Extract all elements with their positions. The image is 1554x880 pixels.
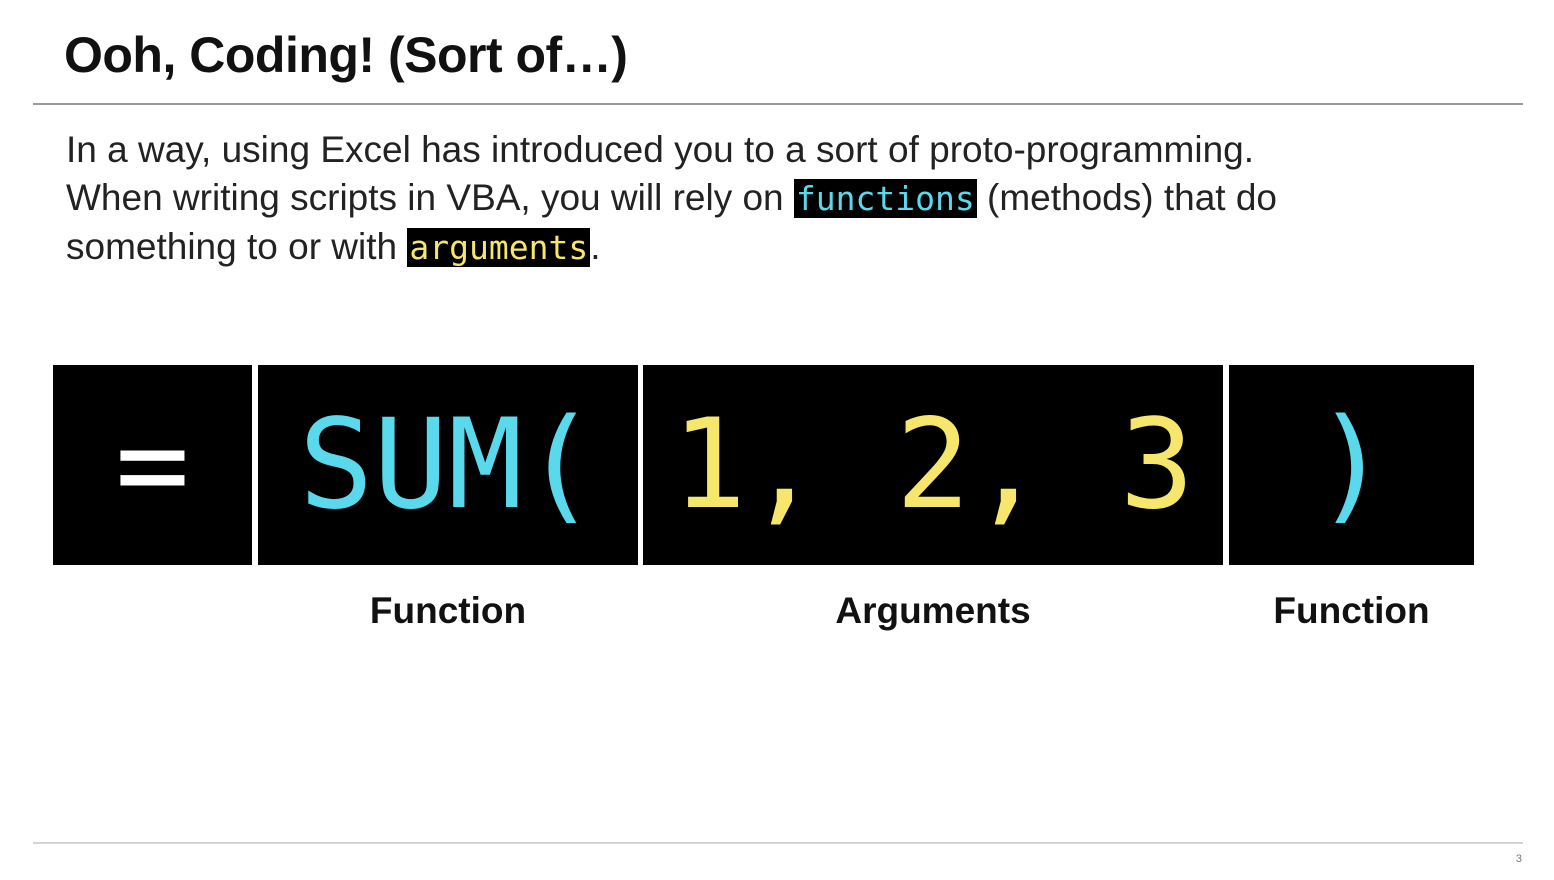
function-open-text: SUM(	[298, 393, 598, 537]
body-line-2-before: When writing scripts in VBA, you will re…	[66, 177, 794, 218]
functions-code-highlight: functions	[793, 179, 977, 218]
function-close-text: )	[1314, 393, 1389, 537]
title-divider	[33, 103, 1523, 105]
arguments-box: 1, 2, 3	[643, 365, 1223, 565]
function-close-box: )	[1229, 365, 1474, 565]
body-line-2: When writing scripts in VBA, you will re…	[66, 174, 1486, 223]
footer-divider	[33, 842, 1523, 844]
slide-number: 3	[1515, 853, 1522, 865]
equals-box: =	[53, 365, 252, 565]
body-line-2-after: (methods) that do	[976, 177, 1277, 218]
equals-sign: =	[115, 393, 190, 537]
function-open-label: Function	[369, 590, 527, 631]
function-open-box: SUM(	[258, 365, 638, 565]
arguments-text: 1, 2, 3	[671, 393, 1195, 537]
body-line-1: In a way, using Excel has introduced you…	[66, 126, 1486, 174]
body-line-1-text: In a way, using Excel has introduced you…	[66, 129, 1255, 170]
slide-title: Ooh, Coding! (Sort of…)	[64, 27, 628, 83]
body-line-3-before: something to or with	[66, 226, 408, 267]
arguments-label: Arguments	[835, 590, 1031, 631]
body-line-3: something to or with arguments.	[66, 223, 1486, 272]
body-line-3-after: .	[590, 226, 601, 267]
body-paragraph: In a way, using Excel has introduced you…	[66, 126, 1486, 272]
function-close-label: Function	[1273, 590, 1430, 631]
arguments-code-highlight: arguments	[407, 228, 591, 267]
